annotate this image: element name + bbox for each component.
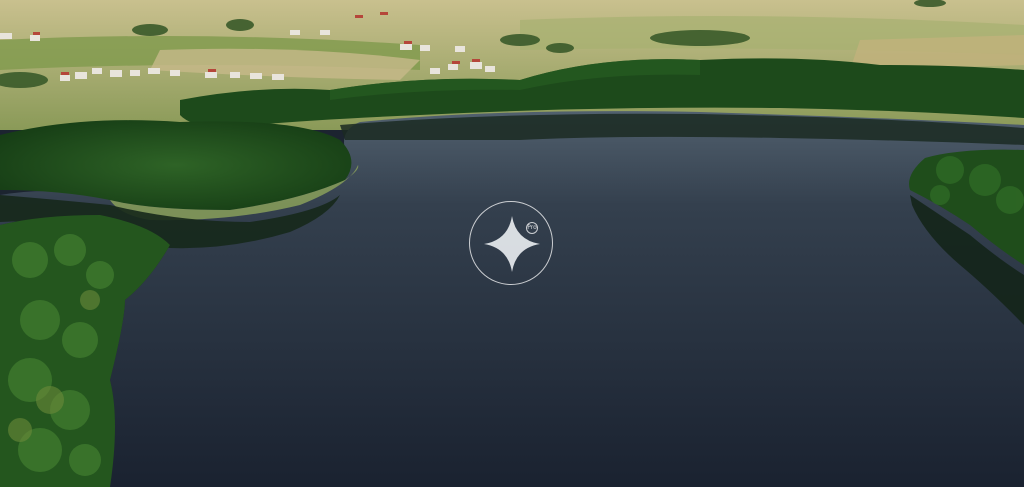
pro-badge: Pro <box>526 222 538 234</box>
video-frame[interactable]: Pro <box>0 0 1024 487</box>
sparkle-play-icon <box>484 216 540 272</box>
play-button[interactable]: Pro <box>469 201 553 285</box>
